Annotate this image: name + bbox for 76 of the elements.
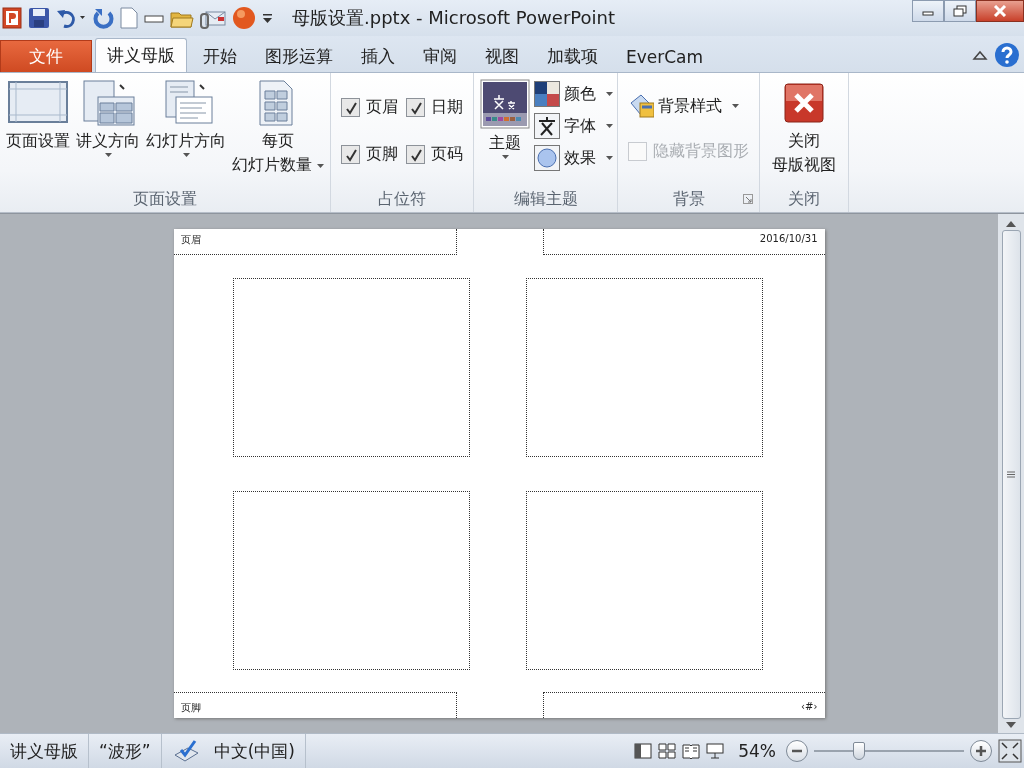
ribbon-tab[interactable]: 插入 xyxy=(349,40,407,72)
check-icon xyxy=(408,147,423,162)
plus-icon xyxy=(975,745,987,757)
file-tab[interactable]: 文件 xyxy=(0,40,92,72)
ribbon-tab[interactable]: 审阅 xyxy=(411,40,469,72)
group-label: 关闭 xyxy=(788,188,821,210)
footer-text: 页脚 xyxy=(180,702,201,713)
checkbox[interactable]: 页码 xyxy=(406,144,464,165)
collapse-ribbon-icon[interactable] xyxy=(972,49,988,61)
page-number-text: ‹#› xyxy=(801,701,818,712)
normal-view-icon[interactable] xyxy=(634,743,653,759)
restore-icon xyxy=(953,5,967,17)
check-icon xyxy=(408,100,423,115)
background-style-icon xyxy=(628,93,655,119)
ribbon-tab[interactable]: 图形运算 xyxy=(253,40,345,72)
footer-box[interactable]: 页脚 xyxy=(173,692,457,718)
restore-button[interactable] xyxy=(944,0,976,22)
checkbox[interactable]: 页眉 xyxy=(341,97,399,118)
scroll-down-icon[interactable] xyxy=(1006,721,1016,729)
status-text: 讲义母版 xyxy=(0,734,89,768)
status-text: “波形” xyxy=(89,734,162,768)
fit-window-icon[interactable] xyxy=(998,739,1022,763)
theme-button[interactable]: 主题 xyxy=(478,77,533,186)
scroll-up-icon[interactable] xyxy=(1006,220,1016,228)
ribbon-button[interactable]: 颜色 xyxy=(534,81,614,107)
language-label[interactable]: 中文(中国) xyxy=(213,739,295,763)
group-label: 占位符 xyxy=(378,188,427,210)
ribbon-tab[interactable]: 开始 xyxy=(191,40,249,72)
slide-sorter-icon[interactable] xyxy=(658,743,677,759)
ribbon-button[interactable]: 关闭 母版视图 xyxy=(770,77,839,186)
grip-icon xyxy=(1007,471,1015,478)
check-icon xyxy=(343,100,358,115)
close-icon xyxy=(993,5,1007,17)
zoom-slider[interactable] xyxy=(814,742,964,760)
save-icon[interactable] xyxy=(28,7,50,29)
font-glyph-icon xyxy=(534,113,561,139)
help-icon[interactable] xyxy=(994,42,1020,68)
undo-icon[interactable] xyxy=(56,7,86,29)
ribbon-button[interactable]: 讲义方向 xyxy=(74,77,142,186)
ribbon-tab[interactable]: 讲义母版 xyxy=(95,38,187,72)
group-label: 编辑主题 xyxy=(513,188,578,210)
minimize-button[interactable] xyxy=(912,0,944,22)
ribbon-tab[interactable]: EverCam xyxy=(614,40,716,72)
page-number-box[interactable]: ‹#› xyxy=(542,692,825,718)
theme-thumbnail-icon xyxy=(480,79,531,129)
ribbon-button[interactable]: 字体 xyxy=(534,113,614,139)
slideshow-icon[interactable] xyxy=(706,743,725,759)
redo-icon[interactable] xyxy=(92,7,114,29)
zoom-percent[interactable]: 54% xyxy=(738,741,776,761)
header-text: 页眉 xyxy=(180,234,201,245)
scrollbar-thumb[interactable] xyxy=(1001,230,1021,719)
zoom-out-button[interactable] xyxy=(786,740,808,762)
ribbon-button[interactable]: 幻灯片方向 xyxy=(144,77,228,186)
group-label: 页面设置 xyxy=(133,188,198,210)
checkbox[interactable]: 页脚 xyxy=(341,144,399,165)
ribbon-button[interactable]: 效果 xyxy=(534,145,614,171)
slider-thumb[interactable] xyxy=(853,742,865,760)
dialog-launcher-icon[interactable] xyxy=(743,194,754,204)
date-box[interactable]: 2016/10/31 xyxy=(542,229,825,255)
app-logo-icon[interactable] xyxy=(2,7,22,29)
checkbox[interactable]: 日期 xyxy=(406,97,464,118)
reading-view-icon[interactable] xyxy=(682,743,701,759)
header-box[interactable]: 页眉 xyxy=(173,229,457,255)
color-swatch-icon xyxy=(534,81,561,107)
zoom-in-button[interactable] xyxy=(970,740,992,762)
ribbon-tab[interactable]: 加载项 xyxy=(535,40,610,72)
ball-icon[interactable] xyxy=(232,6,256,30)
ribbon-button[interactable]: 每页 幻灯片数量 xyxy=(230,77,327,186)
ribbon-button[interactable]: 页面设置 xyxy=(4,77,72,186)
check-icon xyxy=(343,147,358,162)
ribbon-button[interactable]: 背景样式 xyxy=(628,93,750,119)
ribbon-tab[interactable]: 视图 xyxy=(473,40,531,72)
close-button[interactable] xyxy=(976,0,1024,22)
window-title: 母版设置.pptx - Microsoft PowerPoint xyxy=(292,6,616,30)
group-label: 背景 xyxy=(672,188,705,210)
date-text: 2016/10/31 xyxy=(759,233,818,244)
